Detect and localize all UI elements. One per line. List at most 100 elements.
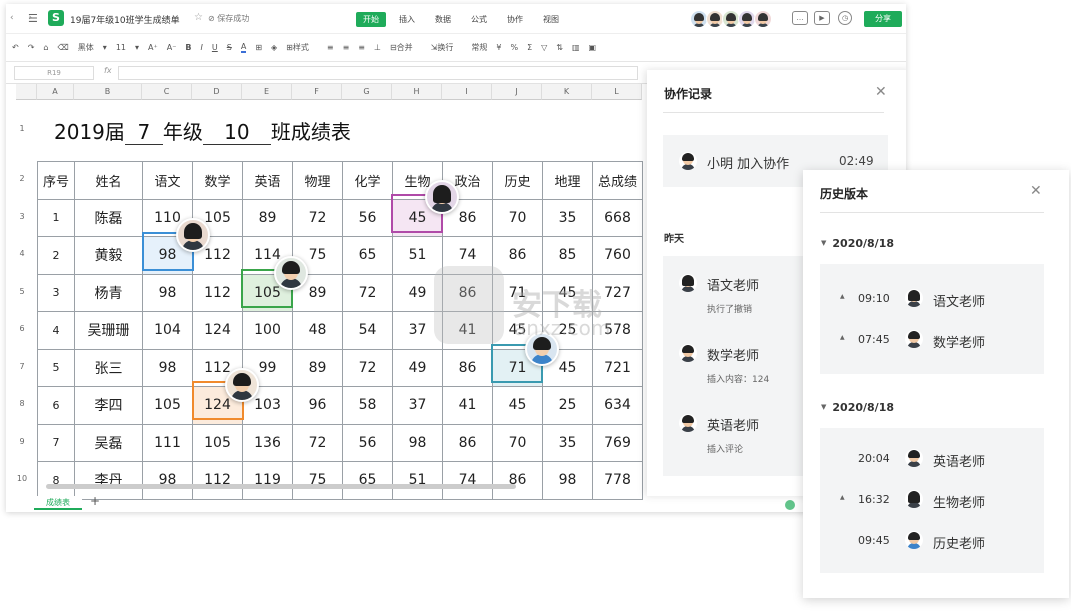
- row-header[interactable]: 10: [6, 474, 38, 483]
- cell[interactable]: 2: [37, 236, 75, 275]
- tab-insert[interactable]: 插入: [392, 12, 422, 27]
- column-header[interactable]: D: [192, 84, 242, 100]
- collaborator-avatar[interactable]: [274, 256, 308, 290]
- cell[interactable]: 72: [342, 348, 393, 387]
- sort-icon[interactable]: ⇅: [556, 43, 563, 52]
- font-select[interactable]: 黑体: [78, 42, 94, 53]
- undo-icon[interactable]: ↶: [12, 43, 19, 52]
- valign-icon[interactable]: ⊥: [374, 43, 381, 52]
- comment-icon[interactable]: …: [792, 11, 808, 25]
- filter-icon[interactable]: ▽: [541, 43, 547, 52]
- close-icon[interactable]: ✕: [875, 84, 887, 100]
- cell[interactable]: 70: [492, 198, 543, 237]
- column-header[interactable]: I: [442, 84, 492, 100]
- header-cell[interactable]: 地理: [542, 161, 593, 200]
- cell[interactable]: 100: [242, 311, 293, 350]
- cell[interactable]: 56: [342, 423, 393, 462]
- cell[interactable]: 5: [37, 348, 75, 387]
- formula-input[interactable]: [118, 66, 638, 80]
- cell[interactable]: 35: [542, 198, 593, 237]
- column-header[interactable]: F: [292, 84, 342, 100]
- present-icon[interactable]: ▶: [814, 11, 830, 25]
- format-painter-icon[interactable]: ⌂: [43, 43, 48, 52]
- cell[interactable]: 634: [592, 386, 643, 425]
- chart-icon[interactable]: ▥: [572, 43, 580, 52]
- cell[interactable]: 75: [292, 461, 343, 500]
- cell[interactable]: 37: [392, 386, 443, 425]
- sheet-tab[interactable]: 成绩表: [34, 496, 82, 510]
- header-cell[interactable]: 序号: [37, 161, 75, 200]
- row-header[interactable]: 1: [6, 124, 38, 133]
- cell[interactable]: 96: [292, 386, 343, 425]
- cell[interactable]: 136: [242, 423, 293, 462]
- border-icon[interactable]: ⊞: [255, 43, 262, 52]
- cell[interactable]: 8: [37, 461, 75, 500]
- avatar[interactable]: [754, 10, 772, 28]
- style-button[interactable]: ⊞样式: [286, 42, 318, 53]
- row-header[interactable]: 2: [6, 174, 38, 183]
- font-color-icon[interactable]: A: [240, 42, 247, 53]
- add-sheet-button[interactable]: +: [90, 494, 100, 508]
- redo-icon[interactable]: ↷: [28, 43, 35, 52]
- row-header[interactable]: 4: [6, 249, 38, 258]
- date-group-header[interactable]: ▼ 2020/8/18: [821, 401, 894, 414]
- column-header[interactable]: A: [37, 84, 74, 100]
- underline-icon[interactable]: U: [212, 43, 218, 52]
- cell[interactable]: 3: [37, 273, 75, 312]
- eraser-icon[interactable]: ⌫: [57, 43, 68, 52]
- cell[interactable]: 72: [292, 198, 343, 237]
- cell[interactable]: 86: [442, 348, 493, 387]
- cell[interactable]: 6: [37, 386, 75, 425]
- cell[interactable]: 74: [442, 461, 493, 500]
- column-header[interactable]: L: [592, 84, 642, 100]
- cell[interactable]: 105: [192, 423, 243, 462]
- cell[interactable]: 111: [142, 423, 193, 462]
- cell[interactable]: 黄毅: [74, 236, 143, 275]
- cell[interactable]: 4: [37, 311, 75, 350]
- cell[interactable]: 25: [542, 386, 593, 425]
- number-format-select[interactable]: 常规: [471, 42, 487, 53]
- row-header[interactable]: 6: [6, 324, 38, 333]
- header-cell[interactable]: 历史: [492, 161, 543, 200]
- cell[interactable]: 45: [492, 386, 543, 425]
- horizontal-scrollbar[interactable]: [46, 484, 516, 489]
- cell[interactable]: 7: [37, 423, 75, 462]
- decrease-font-icon[interactable]: A⁻: [167, 43, 177, 52]
- header-cell[interactable]: 总成绩: [592, 161, 643, 200]
- version-item[interactable]: ▲ 16:32 生物老师: [820, 488, 1044, 512]
- tab-view[interactable]: 视图: [536, 12, 566, 27]
- collaborator-avatars[interactable]: [690, 10, 772, 28]
- cell[interactable]: 98: [142, 348, 193, 387]
- tab-start[interactable]: 开始: [356, 12, 386, 27]
- name-box[interactable]: R19: [14, 66, 94, 80]
- select-all-corner[interactable]: [16, 84, 37, 100]
- cell[interactable]: 58: [342, 386, 393, 425]
- header-cell[interactable]: 语文: [142, 161, 193, 200]
- cell[interactable]: 98: [542, 461, 593, 500]
- version-item[interactable]: 09:45 历史老师: [820, 529, 1044, 553]
- cell[interactable]: 吴磊: [74, 423, 143, 462]
- sum-icon[interactable]: Σ: [527, 43, 532, 52]
- collaborator-avatar[interactable]: [225, 368, 259, 402]
- column-header[interactable]: J: [492, 84, 542, 100]
- tab-data[interactable]: 数据: [428, 12, 458, 27]
- column-header[interactable]: E: [242, 84, 292, 100]
- cell[interactable]: 72: [292, 423, 343, 462]
- close-icon[interactable]: ✕: [1030, 183, 1042, 199]
- cell[interactable]: 48: [292, 311, 343, 350]
- currency-icon[interactable]: ¥: [496, 43, 501, 52]
- strikethrough-icon[interactable]: S: [227, 43, 232, 52]
- cell[interactable]: 65: [342, 461, 393, 500]
- date-group-header[interactable]: ▼ 2020/8/18: [821, 237, 894, 250]
- cell[interactable]: 760: [592, 236, 643, 275]
- menu-icon[interactable]: ☰: [28, 12, 38, 25]
- cell[interactable]: 769: [592, 423, 643, 462]
- cell[interactable]: 54: [342, 311, 393, 350]
- column-header[interactable]: K: [542, 84, 592, 100]
- cell[interactable]: 86: [492, 236, 543, 275]
- row-header[interactable]: 7: [6, 362, 38, 371]
- wrap-button[interactable]: ⇲换行: [431, 42, 463, 53]
- dropdown-icon[interactable]: ▾: [103, 43, 107, 52]
- merge-button[interactable]: ⊟合并: [390, 42, 422, 53]
- increase-font-icon[interactable]: A⁺: [148, 43, 158, 52]
